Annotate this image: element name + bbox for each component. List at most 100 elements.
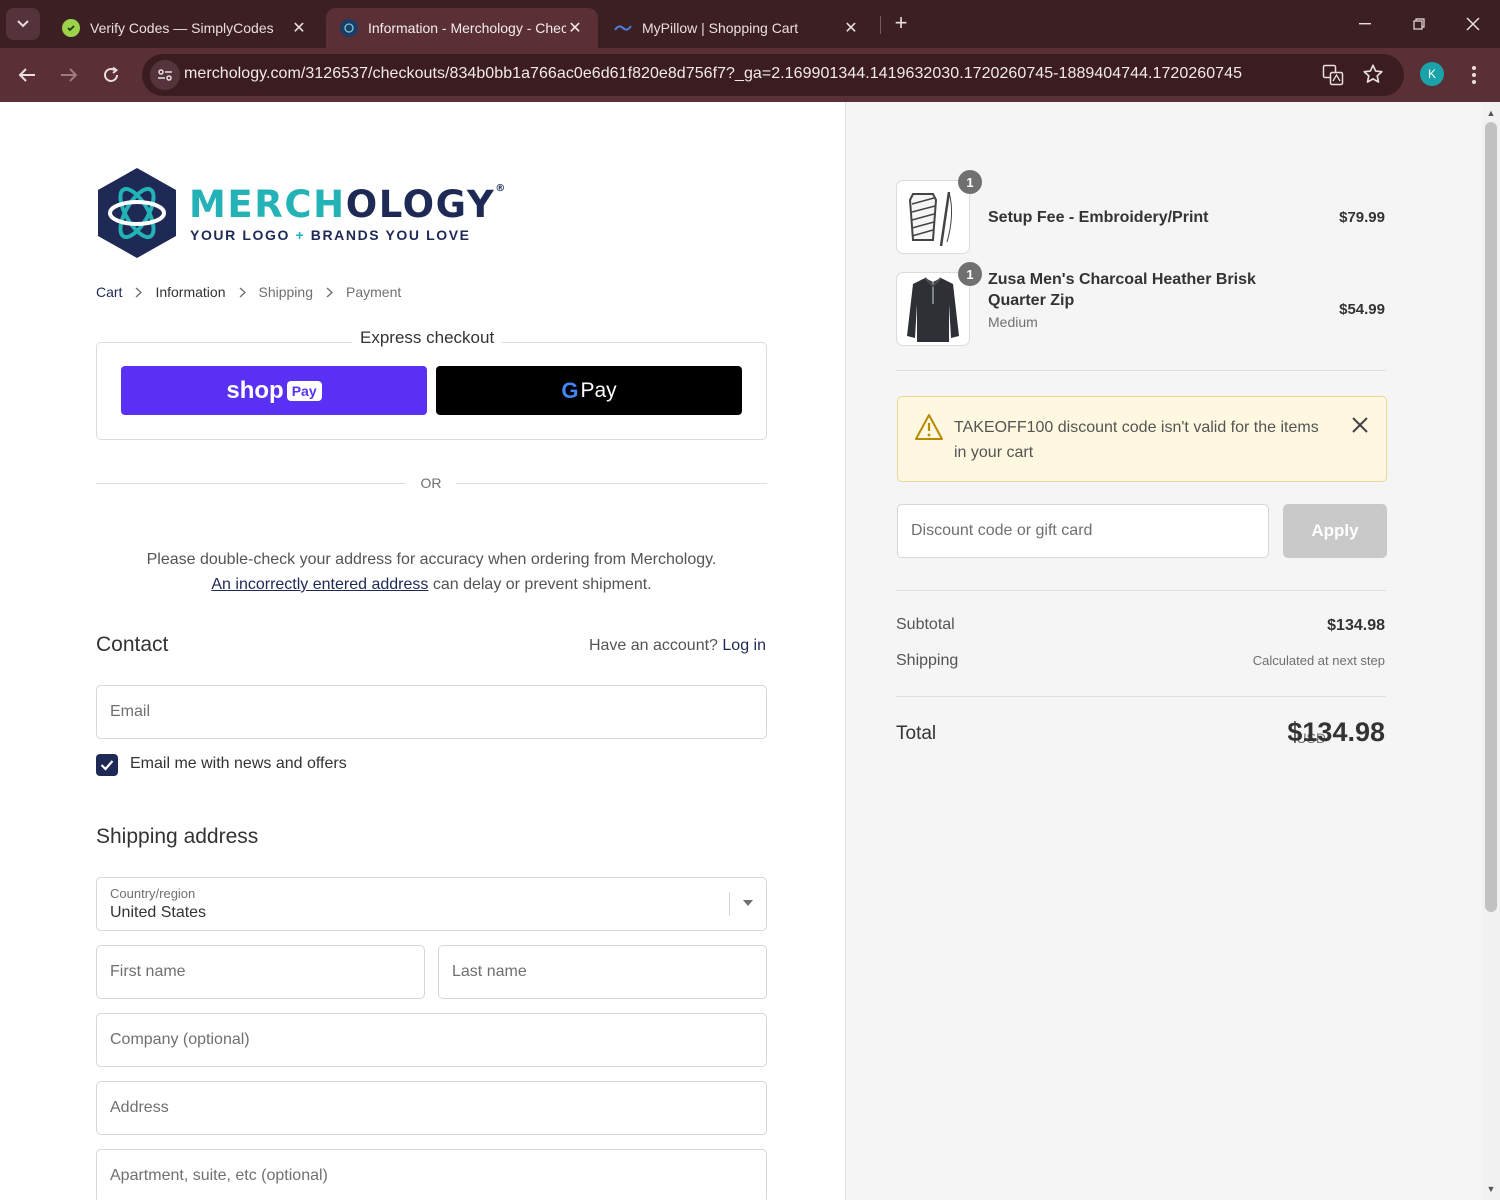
restore-icon — [1413, 18, 1425, 30]
or-separator: OR — [420, 475, 442, 491]
chevron-right-icon — [239, 286, 246, 298]
divider — [896, 590, 1386, 591]
scroll-down-icon[interactable]: ▼ — [1486, 1184, 1496, 1194]
tab-mypillow[interactable]: MyPillow | Shopping Cart ✕ — [600, 8, 874, 48]
first-name-placeholder: First name — [110, 963, 186, 980]
back-button[interactable] — [12, 60, 42, 90]
divider — [96, 483, 406, 484]
shipping-label: Shipping — [896, 652, 959, 669]
close-icon — [1466, 17, 1480, 31]
tab-title: Information - Merchology - Checkout — [368, 20, 566, 36]
bookmark-star-icon[interactable] — [1362, 63, 1386, 87]
tab-title: MyPillow | Shopping Cart — [642, 20, 799, 36]
company-placeholder: Company (optional) — [110, 1031, 250, 1048]
total-label: Total — [896, 723, 937, 744]
browser-tab-bar: Verify Codes — SimplyCodes ✕ Information… — [0, 0, 1500, 48]
close-icon[interactable]: ✕ — [290, 18, 308, 38]
browser-toolbar: merchology.com/3126537/checkouts/834b0bb… — [0, 48, 1500, 102]
company-field[interactable]: Company (optional) — [96, 1013, 767, 1067]
quantity-badge: 1 — [958, 262, 982, 286]
breadcrumb-shipping: Shipping — [258, 284, 314, 300]
select-divider — [729, 892, 730, 916]
reload-button[interactable] — [96, 60, 126, 90]
chevron-right-icon — [326, 286, 333, 298]
breadcrumb-cart[interactable]: Cart — [96, 284, 122, 300]
last-name-placeholder: Last name — [452, 963, 527, 980]
minimize-button[interactable] — [1350, 10, 1380, 38]
forward-button[interactable] — [54, 60, 84, 90]
discount-placeholder: Discount code or gift card — [911, 522, 1093, 539]
address-bar[interactable]: merchology.com/3126537/checkouts/834b0bb… — [142, 54, 1404, 96]
checkmark-icon — [100, 760, 114, 771]
minimize-icon — [1359, 23, 1371, 25]
url-text: merchology.com/3126537/checkouts/834b0bb… — [184, 65, 1243, 82]
newsletter-checkbox[interactable] — [96, 754, 118, 776]
country-select[interactable]: Country/region United States — [96, 877, 767, 931]
checkout-page: MERCHOLOGY® YOUR LOGO + BRANDS YOU LOVE … — [0, 102, 1500, 1200]
account-prompt: Have an account? Log in — [588, 637, 766, 654]
item-variant: Medium — [988, 314, 1038, 330]
site-info-icon[interactable] — [150, 60, 180, 90]
item-name: Setup Fee - Embroidery/Print — [988, 209, 1209, 226]
last-name-field[interactable]: Last name — [438, 945, 767, 999]
scroll-up-icon[interactable]: ▲ — [1486, 108, 1496, 118]
restore-button[interactable] — [1404, 10, 1434, 38]
thread-spool-icon — [896, 180, 970, 254]
tab-title: Verify Codes — SimplyCodes — [90, 20, 274, 36]
apartment-field[interactable]: Apartment, suite, etc (optional) — [96, 1149, 767, 1200]
country-label: Country/region — [110, 886, 196, 901]
close-icon[interactable]: ✕ — [566, 18, 584, 38]
close-icon[interactable]: ✕ — [842, 18, 860, 38]
shop-pay-wordmark: shop — [226, 376, 284, 404]
google-pay-button[interactable]: G Pay — [436, 366, 742, 415]
mypillow-icon — [614, 19, 632, 37]
logo-tagline: YOUR LOGO + BRANDS YOU LOVE — [190, 227, 471, 243]
shop-pay-pill: Pay — [286, 380, 322, 401]
logo-wordmark: MERCHOLOGY® — [189, 183, 506, 226]
quarter-zip-jacket-icon — [896, 272, 970, 346]
divider — [456, 483, 767, 484]
close-window-button[interactable] — [1458, 10, 1488, 38]
checkout-main: MERCHOLOGY® YOUR LOGO + BRANDS YOU LOVE … — [0, 102, 845, 1200]
breadcrumb: Cart Information Shipping Payment — [96, 284, 401, 300]
discount-code-field[interactable]: Discount code or gift card — [897, 504, 1269, 558]
address-notice: Please double-check your address for acc… — [96, 547, 767, 597]
log-in-link[interactable]: Log in — [722, 637, 766, 654]
browser-menu-icon[interactable] — [1464, 62, 1484, 88]
tab-divider — [880, 16, 881, 34]
shipping-value: Calculated at next step — [1252, 653, 1385, 668]
divider — [896, 696, 1386, 697]
divider — [896, 370, 1386, 371]
item-name: Zusa Men's Charcoal Heather Brisk Quarte… — [988, 271, 1256, 309]
breadcrumb-payment: Payment — [346, 284, 402, 300]
total-value: $134.98 — [1287, 717, 1385, 747]
first-name-field[interactable]: First name — [96, 945, 425, 999]
discount-error-text: TAKEOFF100 discount code isn't valid for… — [954, 419, 1319, 461]
express-checkout-title: Express checkout — [352, 328, 503, 348]
close-icon[interactable] — [1350, 415, 1370, 435]
email-field[interactable]: Email — [96, 685, 767, 739]
shop-pay-button[interactable]: shop Pay — [121, 366, 427, 415]
warning-icon — [915, 414, 943, 440]
scrollbar-thumb[interactable] — [1485, 122, 1497, 912]
new-tab-button[interactable]: + — [890, 12, 912, 36]
breadcrumb-information: Information — [155, 284, 226, 300]
profile-avatar[interactable]: K — [1420, 62, 1444, 86]
address-field[interactable]: Address — [96, 1081, 767, 1135]
merchology-icon — [340, 19, 358, 37]
apply-button[interactable]: Apply — [1283, 504, 1387, 558]
translate-icon[interactable] — [1322, 64, 1344, 86]
page-scrollbar[interactable]: ▲ ▼ — [1482, 102, 1500, 1200]
tab-merchology[interactable]: Information - Merchology - Checkout ✕ — [326, 8, 598, 48]
shipping-address-heading: Shipping address — [96, 825, 259, 848]
apartment-placeholder: Apartment, suite, etc (optional) — [110, 1167, 328, 1184]
item-price: $54.99 — [1339, 301, 1385, 318]
reload-icon — [104, 66, 119, 82]
tab-search-button[interactable] — [6, 8, 40, 40]
address-placeholder: Address — [110, 1099, 169, 1116]
incorrect-address-link[interactable]: An incorrectly entered address — [211, 576, 428, 593]
google-pay-label: Pay — [580, 378, 617, 402]
tab-simplycodes[interactable]: Verify Codes — SimplyCodes ✕ — [48, 8, 322, 48]
discount-error-banner: TAKEOFF100 discount code isn't valid for… — [897, 396, 1387, 482]
caret-down-icon — [743, 900, 753, 906]
